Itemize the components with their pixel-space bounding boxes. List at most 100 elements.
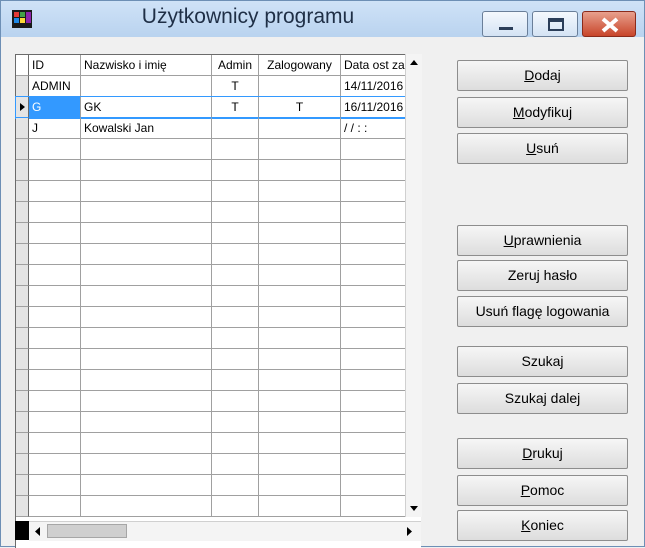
- empty-table-row[interactable]: [16, 244, 420, 265]
- empty-cell[interactable]: [212, 244, 259, 265]
- vertical-scrollbar[interactable]: [405, 54, 422, 517]
- empty-cell[interactable]: [81, 475, 212, 496]
- empty-cell[interactable]: [29, 391, 81, 412]
- empty-table-row[interactable]: [16, 454, 420, 475]
- empty-cell[interactable]: [81, 370, 212, 391]
- add-button[interactable]: Dodaj: [457, 60, 628, 91]
- empty-cell[interactable]: [259, 391, 341, 412]
- empty-table-row[interactable]: [16, 223, 420, 244]
- search-button[interactable]: Szukaj: [457, 346, 628, 377]
- empty-cell[interactable]: [212, 265, 259, 286]
- table-row-selected[interactable]: G GK T T 16/11/2016 0: [15, 96, 421, 119]
- empty-table-row[interactable]: [16, 139, 420, 160]
- horizontal-scrollbar[interactable]: [29, 521, 421, 541]
- empty-cell[interactable]: [212, 328, 259, 349]
- column-header-id[interactable]: ID: [29, 55, 81, 76]
- reset-password-button[interactable]: Zeruj hasło: [457, 260, 628, 291]
- cell-admin[interactable]: T: [212, 76, 259, 97]
- permissions-button[interactable]: Uprawnienia: [457, 225, 628, 256]
- cell-admin[interactable]: [212, 118, 259, 139]
- scroll-down-button[interactable]: [406, 500, 422, 517]
- empty-table-row[interactable]: [16, 412, 420, 433]
- column-header-name[interactable]: Nazwisko i imię: [81, 55, 212, 76]
- empty-cell[interactable]: [259, 328, 341, 349]
- cell-name[interactable]: Kowalski Jan: [81, 118, 212, 139]
- empty-cell[interactable]: [212, 391, 259, 412]
- empty-cell[interactable]: [29, 370, 81, 391]
- empty-cell[interactable]: [212, 475, 259, 496]
- minimize-button[interactable]: [482, 11, 528, 37]
- empty-cell[interactable]: [29, 475, 81, 496]
- empty-cell[interactable]: [81, 391, 212, 412]
- horizontal-scroll-thumb[interactable]: [47, 524, 127, 538]
- search-next-button[interactable]: Szukaj dalej: [457, 383, 628, 414]
- empty-table-row[interactable]: [16, 475, 420, 496]
- cell-id[interactable]: G: [29, 97, 81, 118]
- empty-table-row[interactable]: [16, 433, 420, 454]
- empty-cell[interactable]: [212, 286, 259, 307]
- empty-cell[interactable]: [212, 496, 259, 517]
- empty-cell[interactable]: [259, 454, 341, 475]
- empty-cell[interactable]: [259, 412, 341, 433]
- empty-cell[interactable]: [81, 265, 212, 286]
- cell-id[interactable]: ADMIN: [29, 76, 81, 97]
- empty-cell[interactable]: [259, 244, 341, 265]
- empty-cell[interactable]: [81, 160, 212, 181]
- empty-cell[interactable]: [259, 475, 341, 496]
- empty-table-row[interactable]: [16, 160, 420, 181]
- empty-cell[interactable]: [29, 412, 81, 433]
- users-grid[interactable]: ID Nazwisko i imię Admin Zalogowany Data…: [15, 54, 421, 548]
- empty-table-row[interactable]: [16, 391, 420, 412]
- cell-id[interactable]: J: [29, 118, 81, 139]
- empty-cell[interactable]: [81, 181, 212, 202]
- empty-cell[interactable]: [29, 223, 81, 244]
- empty-cell[interactable]: [29, 181, 81, 202]
- empty-cell[interactable]: [29, 265, 81, 286]
- empty-cell[interactable]: [29, 160, 81, 181]
- empty-table-row[interactable]: [16, 265, 420, 286]
- empty-cell[interactable]: [212, 160, 259, 181]
- empty-table-row[interactable]: [16, 349, 420, 370]
- empty-cell[interactable]: [81, 244, 212, 265]
- scroll-right-button[interactable]: [401, 522, 418, 541]
- empty-cell[interactable]: [81, 433, 212, 454]
- empty-cell[interactable]: [81, 307, 212, 328]
- cell-zalogowany[interactable]: T: [259, 97, 341, 118]
- print-button[interactable]: Drukuj: [457, 438, 628, 469]
- empty-cell[interactable]: [29, 349, 81, 370]
- empty-cell[interactable]: [212, 370, 259, 391]
- exit-button[interactable]: Koniec: [457, 510, 628, 541]
- empty-cell[interactable]: [259, 181, 341, 202]
- empty-cell[interactable]: [259, 265, 341, 286]
- empty-table-row[interactable]: [16, 286, 420, 307]
- empty-cell[interactable]: [259, 139, 341, 160]
- empty-cell[interactable]: [81, 328, 212, 349]
- empty-cell[interactable]: [81, 202, 212, 223]
- empty-cell[interactable]: [81, 454, 212, 475]
- empty-cell[interactable]: [259, 433, 341, 454]
- column-header-admin[interactable]: Admin: [212, 55, 259, 76]
- empty-cell[interactable]: [212, 433, 259, 454]
- cell-zalogowany[interactable]: [259, 118, 341, 139]
- empty-cell[interactable]: [81, 412, 212, 433]
- empty-cell[interactable]: [81, 223, 212, 244]
- modify-button[interactable]: Modyfikuj: [457, 97, 628, 128]
- empty-cell[interactable]: [29, 496, 81, 517]
- help-button[interactable]: Pomoc: [457, 475, 628, 506]
- empty-cell[interactable]: [81, 496, 212, 517]
- empty-cell[interactable]: [29, 244, 81, 265]
- column-header-zalogowany[interactable]: Zalogowany: [259, 55, 341, 76]
- empty-cell[interactable]: [212, 139, 259, 160]
- empty-cell[interactable]: [212, 181, 259, 202]
- empty-cell[interactable]: [259, 202, 341, 223]
- maximize-button[interactable]: [532, 11, 578, 37]
- empty-cell[interactable]: [29, 307, 81, 328]
- empty-table-row[interactable]: [16, 370, 420, 391]
- empty-cell[interactable]: [29, 454, 81, 475]
- empty-table-row[interactable]: [16, 328, 420, 349]
- empty-cell[interactable]: [212, 412, 259, 433]
- empty-cell[interactable]: [212, 202, 259, 223]
- empty-cell[interactable]: [212, 307, 259, 328]
- empty-table-row[interactable]: [16, 307, 420, 328]
- empty-cell[interactable]: [29, 202, 81, 223]
